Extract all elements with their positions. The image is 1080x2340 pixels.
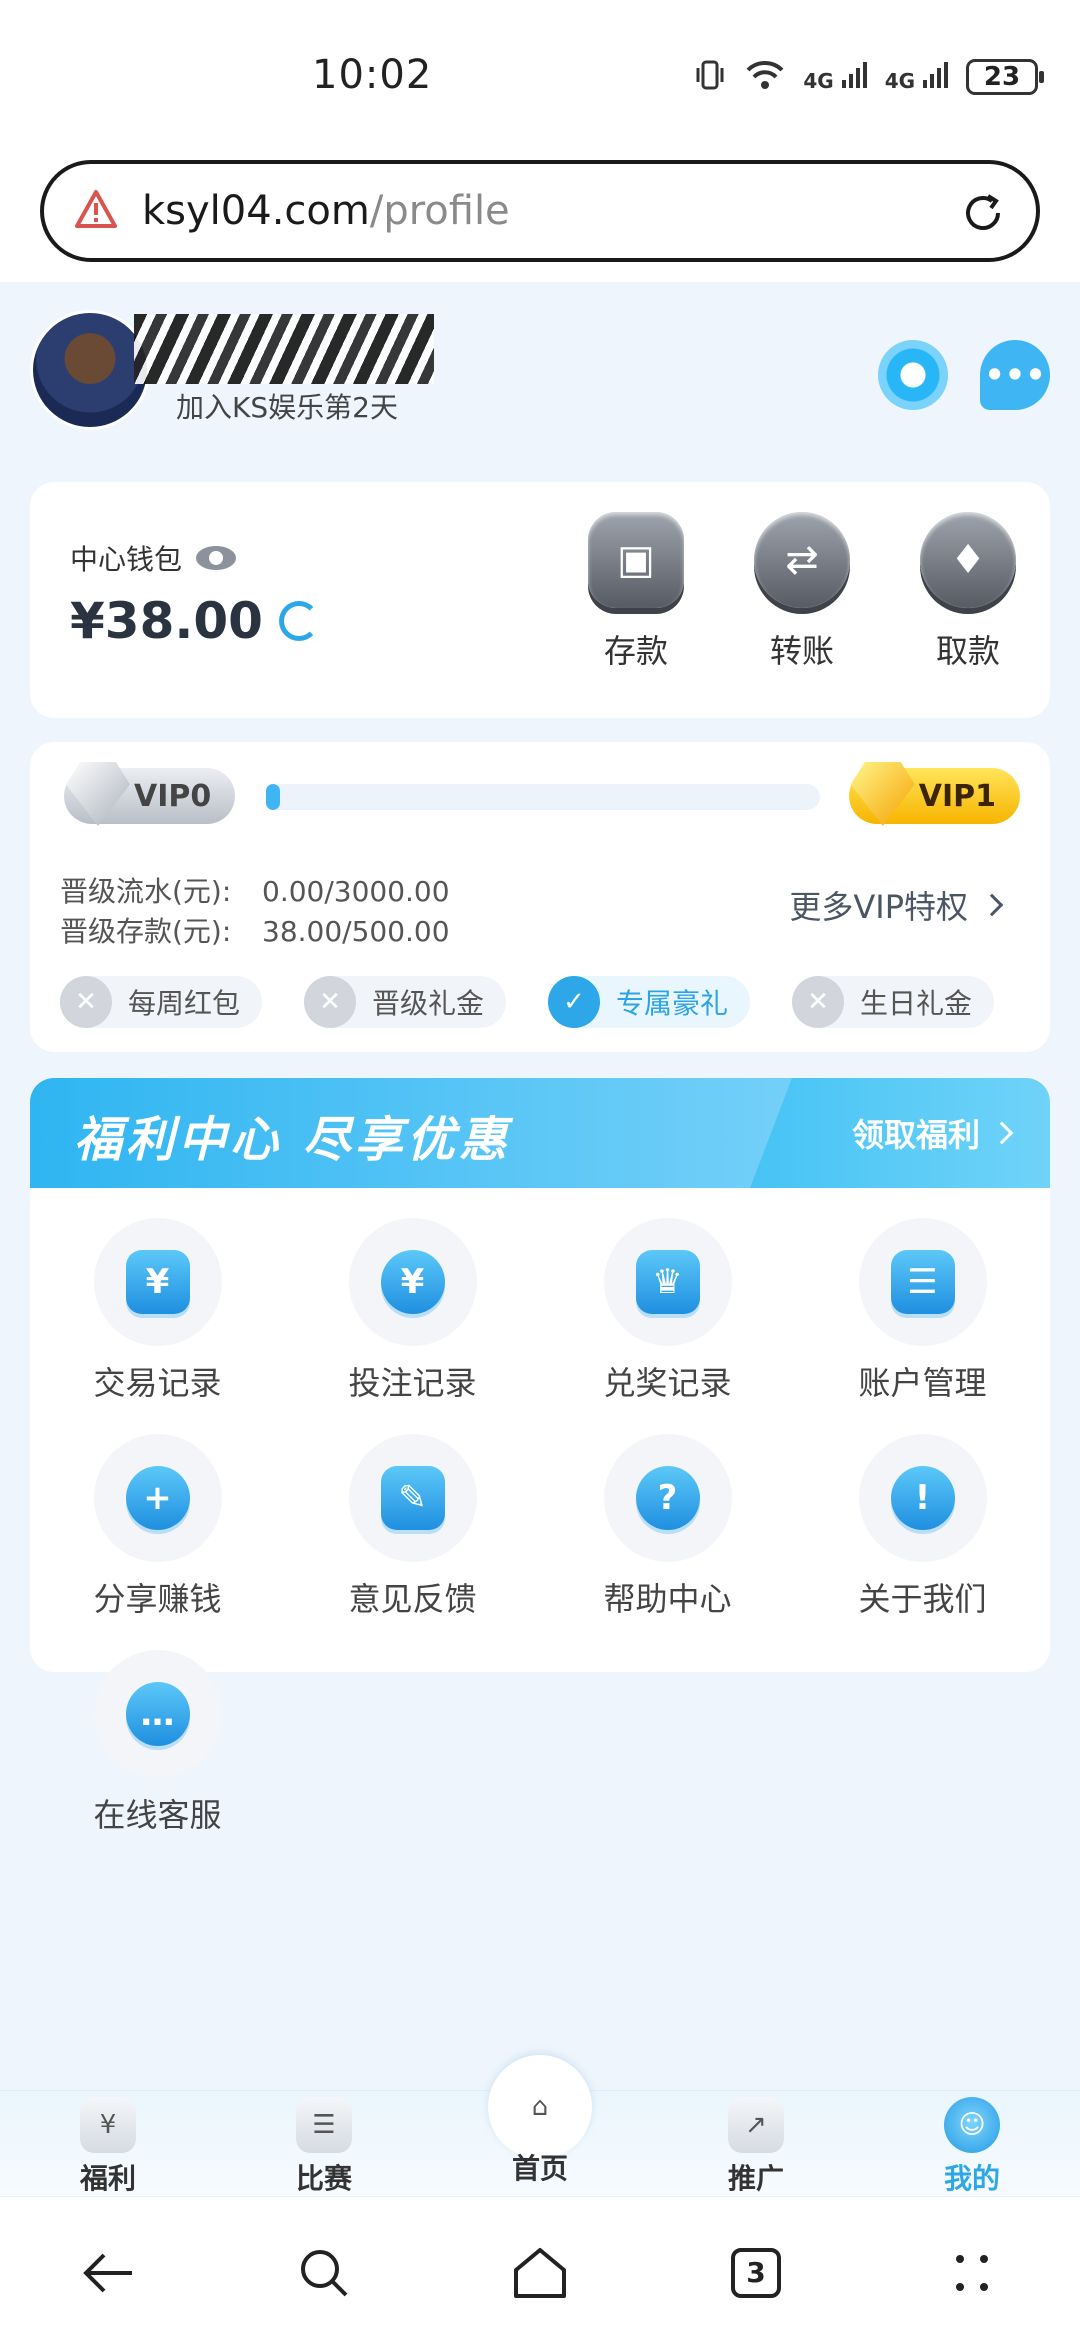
chevron-right-icon: [980, 893, 1004, 917]
close-icon: ✕: [304, 976, 357, 1028]
menu-about-us[interactable]: ! 关于我们: [795, 1434, 1050, 1620]
wallet-actions: ▣ 存款 ⇄ 转账 ♦ 取款: [584, 512, 1020, 672]
tab-welfare[interactable]: ¥ 福利: [0, 2091, 216, 2197]
menu-transaction-record[interactable]: ¥ 交易记录: [30, 1218, 285, 1404]
wallet-card: 中心钱包 ¥38.00 ▣ 存款 ⇄ 转账 ♦ 取款: [30, 482, 1050, 718]
mine-icon: ☺: [944, 2097, 1000, 2153]
match-icon: ☰: [296, 2097, 352, 2153]
welfare-icon: ¥: [80, 2097, 136, 2153]
vibrate-icon: [693, 58, 727, 96]
withdraw-button[interactable]: ♦ 取款: [916, 512, 1020, 672]
transaction-record-icon: ¥: [125, 1250, 190, 1314]
share-earn-icon: +: [125, 1466, 190, 1530]
home-icon: ⌂: [488, 2055, 592, 2159]
benefit-title: 福利中心 尽享优惠: [74, 1112, 511, 1168]
check-icon: ✓: [548, 976, 601, 1028]
search-icon[interactable]: [294, 2243, 354, 2303]
clock: 10:02: [312, 52, 433, 98]
vip-progress-bar: [266, 784, 820, 810]
warning-icon[interactable]: [74, 189, 118, 233]
vip-next-badge: VIP1: [848, 762, 1020, 826]
account-management-icon: ☰: [890, 1250, 955, 1314]
url-text[interactable]: ksyl04.com/profile: [142, 188, 510, 234]
menu-card: ¥ 交易记录 ¥ 投注记录 ♛ 兑奖记录 ☰ 账户管理 + 分享赚钱 ✎ 意见反馈 ? 帮助中…: [30, 1188, 1050, 1834]
back-arrow-icon[interactable]: [78, 2243, 138, 2303]
address-bar[interactable]: ksyl04.com/profile: [40, 160, 1040, 262]
signal-2-icon: 4G: [885, 61, 948, 93]
refresh-icon[interactable]: [278, 601, 319, 641]
profile-page: 加入KS娱乐第2天 ••• 中心钱包 ¥38.00 ▣ 存款 ⇄ 转账 ♦ 取款: [0, 282, 1080, 2090]
claim-benefit-button[interactable]: 领取福利: [750, 1078, 1050, 1188]
browser-nav-bar: 3: [0, 2196, 1080, 2340]
vip-perks: ✕ 每周红包 ✕ 晋级礼金 ✓ 专属豪礼 ✕ 生日礼金: [60, 976, 995, 1028]
profile-header: 加入KS娱乐第2天 •••: [30, 310, 1050, 440]
battery-icon: 23: [966, 59, 1044, 95]
message-icon[interactable]: •••: [980, 340, 1050, 410]
menu-prize-record[interactable]: ♛ 兑奖记录: [540, 1218, 795, 1404]
menu-feedback[interactable]: ✎ 意见反馈: [285, 1434, 540, 1620]
prize-record-icon: ♛: [635, 1250, 700, 1314]
perk-exclusive-gift[interactable]: ✓ 专属豪礼: [548, 976, 751, 1028]
tabs-button[interactable]: 3: [726, 2243, 786, 2303]
transfer-button[interactable]: ⇄ 转账: [750, 512, 854, 672]
online-service-icon: …: [125, 1682, 190, 1746]
wallet-label: 中心钱包: [70, 538, 237, 578]
tab-match[interactable]: ☰ 比赛: [216, 2091, 432, 2197]
more-vip-link[interactable]: 更多VIP特权: [789, 882, 1004, 928]
tab-promote[interactable]: ↗ 推广: [648, 2091, 864, 2197]
perk-upgrade-bonus[interactable]: ✕ 晋级礼金: [304, 976, 507, 1028]
help-center-icon: ?: [635, 1466, 700, 1530]
signal-1-icon: 4G: [803, 61, 867, 93]
status-icons: 4G 4G 23: [693, 58, 1044, 96]
more-menu-icon[interactable]: [942, 2243, 1002, 2303]
close-icon: ✕: [60, 976, 112, 1028]
tab-home[interactable]: ⌂ 首页: [432, 2055, 648, 2197]
silver-diamond-icon: [66, 762, 130, 826]
status-bar: 10:02 4G 4G 23: [0, 0, 1080, 160]
perk-weekly-red-packet[interactable]: ✕ 每周红包: [60, 976, 263, 1028]
menu-bet-record[interactable]: ¥ 投注记录: [285, 1218, 540, 1404]
promote-icon: ↗: [728, 2097, 784, 2153]
menu-share-earn[interactable]: + 分享赚钱: [30, 1434, 285, 1620]
about-us-icon: !: [890, 1466, 955, 1530]
bet-record-icon: ¥: [380, 1250, 445, 1314]
perk-birthday-bonus[interactable]: ✕ 生日礼金: [792, 976, 995, 1028]
vip-card: VIP0 VIP1 晋级流水(元): 0.00/3000.00 晋级存款(元): 3…: [30, 742, 1050, 1052]
tab-count: 3: [731, 2248, 781, 2298]
gold-diamond-icon: [850, 762, 915, 826]
menu-online-service[interactable]: … 在线客服: [30, 1650, 285, 1836]
wallet-balance: ¥38.00: [70, 592, 319, 650]
transfer-icon: ⇄: [754, 512, 850, 608]
deposit-button[interactable]: ▣ 存款: [584, 512, 688, 672]
wallet-icon: ▣: [588, 512, 684, 608]
vip-stats: 晋级流水(元): 0.00/3000.00 晋级存款(元): 38.00/500.0…: [60, 875, 450, 948]
feedback-icon: ✎: [380, 1466, 445, 1530]
reload-icon[interactable]: [958, 188, 1008, 242]
join-days-text: 加入KS娱乐第2天: [176, 391, 398, 424]
vip-progress-fill: [266, 784, 280, 810]
vip-current-badge: VIP0: [64, 762, 236, 826]
eye-icon[interactable]: [196, 546, 237, 570]
tab-mine[interactable]: ☺ 我的: [864, 2091, 1080, 2197]
settings-icon[interactable]: [878, 340, 948, 410]
app-tab-bar: ¥ 福利 ☰ 比赛 ⌂ 首页 ↗ 推广 ☺ 我的: [0, 2055, 1080, 2197]
avatar[interactable]: [30, 310, 150, 430]
chevron-right-icon: [990, 1121, 1014, 1145]
menu-help-center[interactable]: ? 帮助中心: [540, 1434, 795, 1620]
menu-account-management[interactable]: ☰ 账户管理: [795, 1218, 1050, 1404]
benefit-banner: 福利中心 尽享优惠 领取福利: [30, 1078, 1050, 1188]
home-page-icon[interactable]: [510, 2243, 570, 2303]
diamond-icon: ♦: [920, 512, 1016, 608]
username-redacted: [134, 314, 434, 384]
menu-grid: ¥ 交易记录 ¥ 投注记录 ♛ 兑奖记录 ☰ 账户管理 + 分享赚钱 ✎ 意见反馈 ? 帮助中…: [30, 1218, 1050, 1836]
close-icon: ✕: [792, 976, 845, 1028]
wifi-icon: [745, 58, 785, 96]
